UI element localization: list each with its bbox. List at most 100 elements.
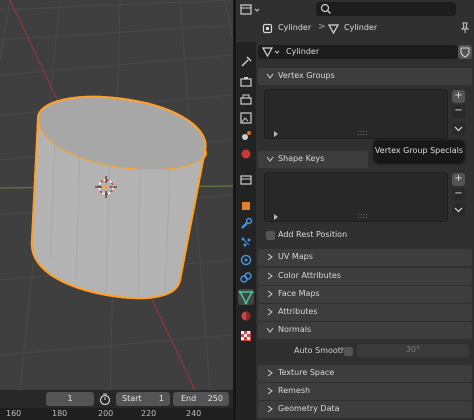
list-expand-icon[interactable] xyxy=(273,131,279,137)
tab-output[interactable] xyxy=(238,92,254,108)
add-rest-position-label: Add Rest Position xyxy=(278,230,348,239)
uv-maps-title: UV Maps xyxy=(278,252,313,261)
tab-object[interactable] xyxy=(238,198,254,214)
auto-smooth-checkbox[interactable] xyxy=(344,347,353,356)
properties-panel: Cylinder Vertex Groups :::: + − Shape Ke… xyxy=(256,42,474,420)
object-square-icon xyxy=(242,202,250,210)
collection-icon xyxy=(240,175,252,185)
color-attributes-title: Color Attributes xyxy=(278,271,341,280)
world-icon xyxy=(241,149,251,159)
search-icon xyxy=(320,3,331,14)
tab-view-layer[interactable] xyxy=(238,110,254,126)
start-frame-field[interactable]: Start 1 xyxy=(116,392,170,406)
remesh-title: Remesh xyxy=(278,386,311,395)
add-rest-position-checkbox[interactable] xyxy=(266,231,275,240)
auto-smooth-label: Auto Smooth xyxy=(294,346,346,355)
fake-user-shield-icon[interactable] xyxy=(458,45,472,59)
particles-icon xyxy=(241,237,251,247)
section-attributes[interactable]: Attributes xyxy=(258,304,472,321)
section-vertex-groups[interactable]: Vertex Groups xyxy=(258,68,472,85)
editor-type-button[interactable] xyxy=(240,3,262,17)
breadcrumb-object: Cylinder xyxy=(278,23,312,32)
end-frame-field[interactable]: End 250 xyxy=(173,392,229,406)
chevron-down-icon xyxy=(454,207,463,213)
tab-modifiers[interactable] xyxy=(238,216,254,232)
properties-tabs xyxy=(236,42,256,420)
section-shape-keys[interactable]: Shape Keys xyxy=(258,151,368,168)
chevron-down-icon xyxy=(266,156,274,162)
face-maps-title: Face Maps xyxy=(278,289,320,298)
mesh-triangle-icon xyxy=(238,290,254,305)
mesh-data-icon xyxy=(262,47,280,58)
remove-vertex-group-button[interactable]: − xyxy=(452,105,465,118)
ruler-tick: 220 xyxy=(141,409,157,418)
list-resize-handle[interactable]: :::: xyxy=(357,211,368,220)
mesh-name-field[interactable]: Cylinder xyxy=(286,47,319,56)
chevron-right-icon xyxy=(267,405,273,413)
chevron-right-icon: > xyxy=(318,22,326,32)
tab-particles[interactable] xyxy=(238,234,254,250)
section-geometry-data[interactable]: Geometry Data xyxy=(258,401,472,418)
tab-material[interactable] xyxy=(238,308,254,324)
ruler-tick: 240 xyxy=(186,409,202,418)
stopwatch-icon[interactable] xyxy=(99,393,111,406)
end-label: End xyxy=(181,394,197,403)
breadcrumb-data: Cylinder xyxy=(344,23,378,32)
tab-world[interactable] xyxy=(238,146,254,162)
section-uv-maps[interactable]: UV Maps xyxy=(258,249,472,266)
section-color-attributes[interactable]: Color Attributes xyxy=(258,268,472,285)
end-value: 250 xyxy=(207,394,223,403)
tab-constraints[interactable] xyxy=(238,270,254,286)
shape-keys-title: Shape Keys xyxy=(278,154,325,163)
geometry-data-title: Geometry Data xyxy=(278,404,340,413)
cylinder-object xyxy=(30,95,207,300)
chevron-down-icon xyxy=(266,327,274,333)
tab-collection[interactable] xyxy=(238,172,254,188)
chevron-down-icon xyxy=(266,73,274,79)
shape-key-specials-button[interactable] xyxy=(452,203,465,216)
physics-icon xyxy=(240,254,252,266)
viewport-3d[interactable]: 1 Start 1 End 250 160 180 200 220 240 xyxy=(0,0,233,420)
image-icon xyxy=(240,112,252,124)
shape-keys-list[interactable]: :::: xyxy=(264,172,448,222)
normals-title: Normals xyxy=(278,325,312,334)
chevron-right-icon xyxy=(267,272,273,280)
remove-shape-key-button[interactable]: − xyxy=(452,188,465,201)
section-remesh[interactable]: Remesh xyxy=(258,383,472,400)
vertex-group-specials-button[interactable] xyxy=(452,122,465,135)
start-value: 1 xyxy=(158,394,164,403)
start-label: Start xyxy=(122,394,142,403)
list-resize-handle[interactable]: :::: xyxy=(357,128,368,137)
tab-data[interactable] xyxy=(238,289,254,305)
constraints-icon xyxy=(240,272,252,283)
texture-checker-icon xyxy=(241,331,251,341)
chevron-right-icon xyxy=(267,387,273,395)
pin-icon[interactable] xyxy=(460,22,470,34)
mesh-datablock-selector[interactable]: Cylinder xyxy=(258,45,458,59)
ruler-tick: 160 xyxy=(6,409,22,418)
vertex-groups-list[interactable]: :::: xyxy=(264,89,448,139)
section-face-maps[interactable]: Face Maps xyxy=(258,286,472,303)
breadcrumb: Cylinder > Cylinder xyxy=(256,22,456,36)
section-normals[interactable]: Normals xyxy=(258,322,472,339)
chevron-right-icon xyxy=(267,253,273,261)
material-icon xyxy=(241,311,251,321)
list-expand-icon[interactable] xyxy=(273,214,279,220)
viewport-grid xyxy=(0,0,233,390)
tab-scene[interactable] xyxy=(238,128,254,144)
section-texture-space[interactable]: Texture Space xyxy=(258,365,472,382)
tab-texture[interactable] xyxy=(238,328,254,344)
tab-physics[interactable] xyxy=(238,252,254,268)
add-shape-key-button[interactable]: + xyxy=(452,173,465,186)
tab-render[interactable] xyxy=(238,74,254,90)
tab-tool[interactable] xyxy=(238,54,254,70)
current-frame-field[interactable]: 1 xyxy=(46,392,94,406)
vertex-groups-title: Vertex Groups xyxy=(278,71,335,80)
auto-smooth-angle-field[interactable]: 30° xyxy=(357,344,469,357)
search-field[interactable] xyxy=(316,2,456,16)
auto-smooth-angle-value: 30° xyxy=(405,345,421,354)
add-vertex-group-button[interactable]: + xyxy=(452,90,465,103)
properties-header: Cylinder > Cylinder xyxy=(236,0,474,42)
camera-back-icon xyxy=(240,77,252,87)
frame-ruler[interactable]: 160 180 200 220 240 xyxy=(0,408,233,420)
